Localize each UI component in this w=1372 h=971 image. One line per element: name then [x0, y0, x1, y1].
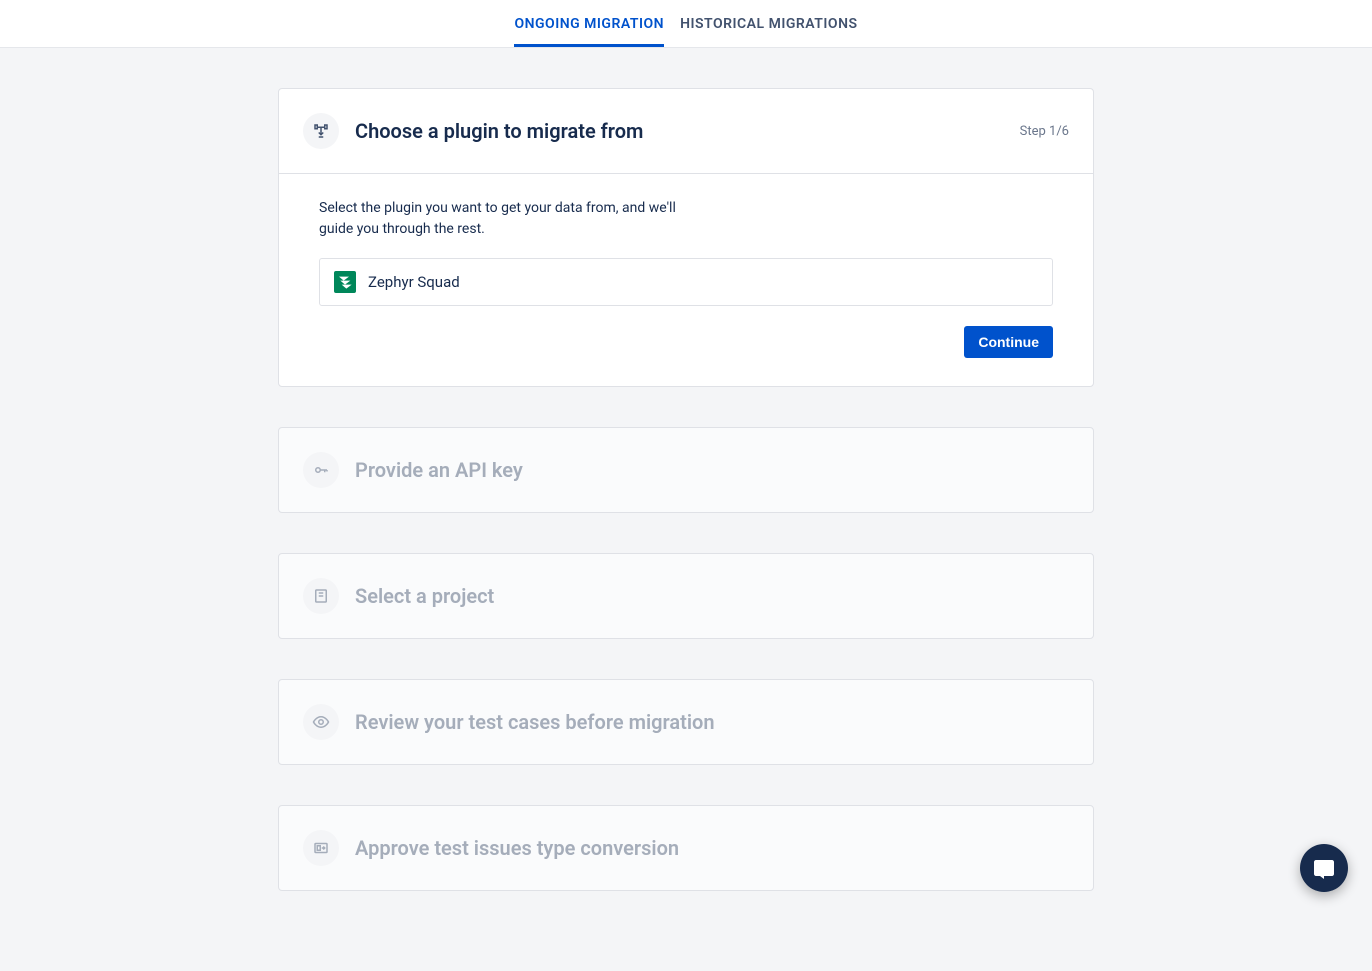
plugin-name: Zephyr Squad: [368, 273, 460, 291]
step-title: Choose a plugin to migrate from: [355, 119, 1004, 143]
chat-icon: [1312, 856, 1336, 880]
step-card-api-key: Provide an API key: [278, 427, 1094, 513]
step-card-approve-conversion: Approve test issues type conversion: [278, 805, 1094, 891]
step-card-select-project: Select a project: [278, 553, 1094, 639]
tab-ongoing-migration[interactable]: ONGOING MIGRATION: [514, 0, 664, 47]
actions: Continue: [319, 326, 1053, 358]
project-icon: [303, 578, 339, 614]
eye-icon: [303, 704, 339, 740]
main-content: Choose a plugin to migrate from Step 1/6…: [278, 48, 1094, 971]
step-header: Select a project: [279, 554, 1093, 638]
step-description: Select the plugin you want to get your d…: [319, 198, 679, 240]
step-title: Review your test cases before migration: [355, 710, 1069, 734]
step-header: Choose a plugin to migrate from Step 1/6: [279, 89, 1093, 173]
step-header: Review your test cases before migration: [279, 680, 1093, 764]
download-icon: [303, 113, 339, 149]
plugin-select[interactable]: Zephyr Squad: [319, 258, 1053, 306]
continue-button[interactable]: Continue: [964, 326, 1053, 358]
step-title: Select a project: [355, 584, 1069, 608]
step-header: Approve test issues type conversion: [279, 806, 1093, 890]
key-icon: [303, 452, 339, 488]
conversion-icon: [303, 830, 339, 866]
tab-historical-migrations[interactable]: HISTORICAL MIGRATIONS: [680, 0, 857, 47]
step-title: Provide an API key: [355, 458, 1069, 482]
step-card-review-testcases: Review your test cases before migration: [278, 679, 1094, 765]
chat-launcher[interactable]: [1300, 844, 1348, 892]
zephyr-icon: [334, 271, 356, 293]
step-card-choose-plugin: Choose a plugin to migrate from Step 1/6…: [278, 88, 1094, 387]
step-title: Approve test issues type conversion: [355, 836, 1069, 860]
step-counter: Step 1/6: [1020, 124, 1069, 139]
step-body: Select the plugin you want to get your d…: [279, 173, 1093, 386]
tabs-bar: ONGOING MIGRATION HISTORICAL MIGRATIONS: [0, 0, 1372, 48]
step-header: Provide an API key: [279, 428, 1093, 512]
